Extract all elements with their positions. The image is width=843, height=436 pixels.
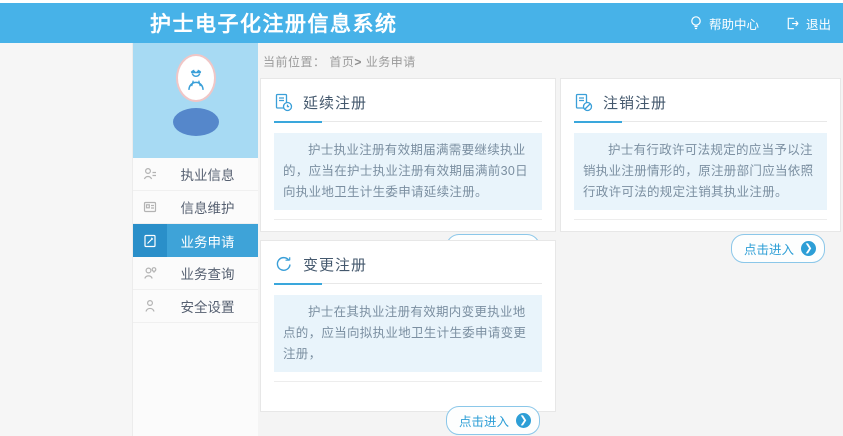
help-center-link[interactable]: 帮助中心 bbox=[689, 14, 759, 33]
id-card-icon bbox=[133, 191, 167, 223]
enter-button-label: 点击进入 bbox=[459, 411, 509, 430]
sidebar-item-label: 业务查询 bbox=[167, 257, 258, 289]
sidebar-item-business-query[interactable]: 业务查询 bbox=[133, 257, 258, 290]
card-cancel-registration: 注销注册 护士有行政许可法规定的应当予以注销执业注册情形的，原注册部门应当依照行… bbox=[560, 78, 841, 232]
logout-label: 退出 bbox=[806, 14, 831, 33]
card-title: 延续注册 bbox=[303, 92, 367, 113]
card-description: 护士执业注册有效期届满需要继续执业的，应当在护士执业注册有效期届满前30日向执业… bbox=[274, 133, 542, 210]
document-clock-icon bbox=[274, 93, 293, 112]
lightbulb-icon bbox=[689, 15, 703, 31]
avatar[interactable] bbox=[176, 54, 216, 102]
card-change-registration: 变更注册 护士在其执业注册有效期内变更执业地点的，应当向拟执业地卫生计生委申请变… bbox=[260, 240, 556, 412]
app-title: 护士电子化注册信息系统 bbox=[150, 8, 398, 38]
logout-link[interactable]: 退出 bbox=[785, 14, 831, 33]
person-lock-icon bbox=[133, 290, 167, 322]
card-continue-registration: 延续注册 护士执业注册有效期届满需要继续执业的，应当在护士执业注册有效期届满前3… bbox=[260, 78, 556, 232]
person-lines-icon bbox=[133, 158, 167, 190]
sidebar-item-business-application[interactable]: 业务申请 bbox=[133, 224, 258, 257]
person-search-icon bbox=[133, 257, 167, 289]
header-actions: 帮助中心 退出 bbox=[689, 3, 831, 43]
enter-button-label: 点击进入 bbox=[744, 239, 794, 258]
circle-arrow-right-icon: ❯ bbox=[516, 413, 531, 428]
card-title-underline bbox=[274, 282, 542, 284]
sidebar-item-label: 安全设置 bbox=[167, 290, 258, 322]
sidebar-item-security-settings[interactable]: 安全设置 bbox=[133, 290, 258, 323]
nurse-avatar-icon bbox=[183, 62, 209, 94]
document-cancel-icon bbox=[574, 93, 593, 112]
sidebar-item-info-maintenance[interactable]: 信息维护 bbox=[133, 191, 258, 224]
card-description: 护士在其执业注册有效期内变更执业地点的，应当向拟执业地卫生计生委申请变更注册， bbox=[274, 295, 542, 372]
breadcrumb-home[interactable]: 首页 bbox=[329, 55, 354, 69]
sidebar: 执业信息 信息维护 业务申请 业务查询 bbox=[133, 43, 258, 436]
card-description: 护士有行政许可法规定的应当予以注销执业注册情形的，原注册部门应当依照行政许可法的… bbox=[574, 133, 827, 210]
sidebar-item-label: 业务申请 bbox=[167, 224, 258, 257]
sidebar-filler bbox=[133, 323, 258, 436]
change-arrow-icon bbox=[274, 255, 293, 274]
sidebar-item-practice-info[interactable]: 执业信息 bbox=[133, 158, 258, 191]
breadcrumb-current: 业务申请 bbox=[366, 55, 416, 69]
sidebar-item-label: 执业信息 bbox=[167, 158, 258, 190]
main-content: 当前位置： 首页> 业务申请 延续注册 护士执业注册有效期届满需要继续执业的，应… bbox=[258, 43, 843, 436]
enter-button[interactable]: 点击进入 ❯ bbox=[731, 234, 825, 263]
left-gutter bbox=[0, 43, 133, 436]
breadcrumb-prefix: 当前位置： bbox=[263, 55, 326, 69]
app-header: 护士电子化注册信息系统 帮助中心 退出 bbox=[0, 3, 843, 43]
logout-icon bbox=[785, 16, 800, 31]
card-title: 注销注册 bbox=[603, 92, 667, 113]
document-edit-icon bbox=[133, 224, 167, 257]
circle-arrow-right-icon: ❯ bbox=[801, 241, 816, 256]
user-name-redacted bbox=[173, 108, 219, 136]
card-title-underline bbox=[274, 120, 542, 122]
sidebar-item-label: 信息维护 bbox=[167, 191, 258, 223]
user-avatar-panel bbox=[133, 43, 258, 158]
enter-button[interactable]: 点击进入 ❯ bbox=[446, 406, 540, 435]
help-center-label: 帮助中心 bbox=[709, 14, 759, 33]
card-title-underline bbox=[574, 120, 827, 122]
breadcrumb-separator: > bbox=[354, 55, 362, 69]
breadcrumb: 当前位置： 首页> 业务申请 bbox=[263, 53, 416, 70]
card-title: 变更注册 bbox=[303, 254, 367, 275]
